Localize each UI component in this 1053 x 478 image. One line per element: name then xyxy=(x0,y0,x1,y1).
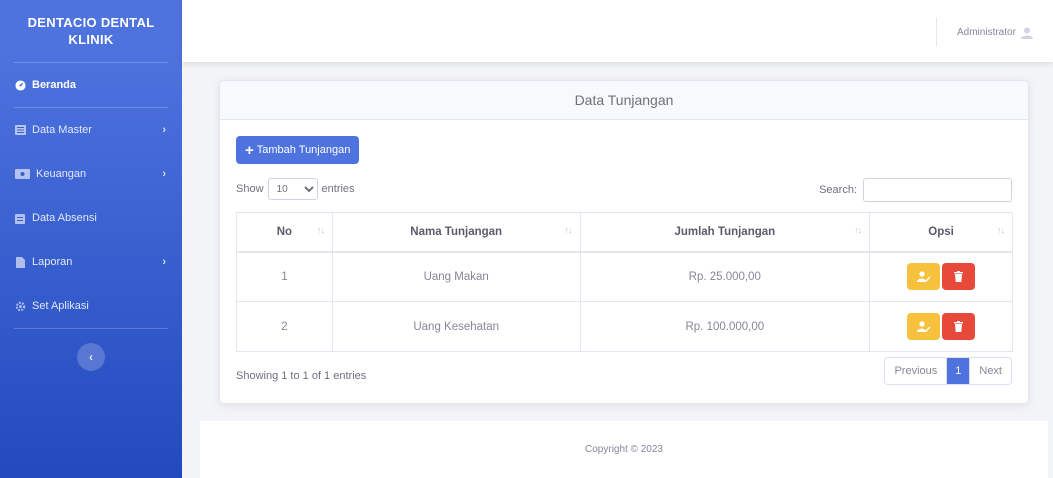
sidebar-item-laporan[interactable]: Laporan › xyxy=(0,240,182,284)
trash-icon xyxy=(954,271,964,283)
table-header-row: No ↑↓ Nama Tunjangan ↑↓ Jumlah Tunjangan ↑↓… xyxy=(236,212,1013,253)
sidebar-divider xyxy=(14,328,168,329)
header-no[interactable]: No ↑↓ xyxy=(236,212,333,253)
page-footer: Copyright © 2023 xyxy=(200,421,1048,478)
header-opsi[interactable]: Opsi ↑↓ xyxy=(869,212,1013,253)
chevron-right-icon: › xyxy=(162,168,166,180)
sidebar-item-data-master[interactable]: Data Master › xyxy=(0,108,182,152)
table-info: Showing 1 to 1 of 1 entries xyxy=(236,370,367,382)
header-label: No xyxy=(276,225,293,238)
delete-button[interactable] xyxy=(942,313,976,340)
sidebar-item-label: Data Absensi xyxy=(32,212,97,224)
sidebar-item-label: Laporan xyxy=(32,256,73,268)
sidebar: DENTACIO DENTAL KLINIK Beranda Data Mast… xyxy=(0,0,182,478)
sidebar-item-beranda[interactable]: Beranda xyxy=(0,63,182,107)
user-name[interactable]: Administrator xyxy=(957,27,1016,38)
file-icon xyxy=(14,256,26,268)
user-icon[interactable] xyxy=(1021,26,1033,44)
tunjangan-table: No ↑↓ Nama Tunjangan ↑↓ Jumlah Tunjangan ↑↓… xyxy=(236,212,1013,352)
cell-no: 2 xyxy=(236,301,333,352)
search-label: Search: xyxy=(819,184,857,196)
edit-button[interactable] xyxy=(907,313,941,340)
topbar-divider xyxy=(936,18,937,46)
chevron-right-icon: › xyxy=(162,124,166,136)
topbar: Administrator xyxy=(182,0,1053,62)
header-label: Opsi xyxy=(928,225,954,238)
brand-logo[interactable]: DENTACIO DENTAL KLINIK xyxy=(0,0,182,62)
sidebar-item-label: Data Master xyxy=(32,124,92,136)
cell-no: 1 xyxy=(236,251,333,302)
user-edit-icon xyxy=(916,320,931,332)
sidebar-item-data-absensi[interactable]: Data Absensi xyxy=(0,196,182,240)
cell-options xyxy=(869,251,1013,302)
card-title: Data Tunjangan xyxy=(220,81,1028,120)
sidebar-toggle-button[interactable]: ‹ xyxy=(77,343,105,371)
header-jumlah-tunjangan[interactable]: Jumlah Tunjangan ↑↓ xyxy=(579,212,871,253)
chevron-left-icon: ‹ xyxy=(89,350,93,364)
delete-button[interactable] xyxy=(942,263,976,291)
sort-icon: ↑↓ xyxy=(997,225,1005,235)
trash-icon xyxy=(954,321,964,332)
money-icon xyxy=(14,168,30,180)
pagination-next[interactable]: Next xyxy=(969,358,1011,384)
header-nama-tunjangan[interactable]: Nama Tunjangan ↑↓ xyxy=(331,212,581,253)
header-label: Nama Tunjangan xyxy=(410,225,503,238)
table-row: 1 Uang Makan Rp. 25.000,00 xyxy=(236,251,1013,302)
sort-icon: ↑↓ xyxy=(854,225,862,235)
header-label: Jumlah Tunjangan xyxy=(674,225,776,238)
entries-label: entries xyxy=(321,183,355,195)
search-control: Search: xyxy=(819,178,1012,202)
sort-icon: ↑↓ xyxy=(316,225,325,235)
pagination: Previous 1 Next xyxy=(884,357,1012,385)
add-button-label: Tambah Tunjangan xyxy=(256,144,351,156)
plus-icon: + xyxy=(245,141,254,159)
sidebar-item-label: Beranda xyxy=(32,79,77,91)
brand-line-2: KLINIK xyxy=(68,32,114,47)
pagination-previous[interactable]: Previous xyxy=(885,358,946,384)
list-icon xyxy=(14,124,26,136)
data-tunjangan-card: Data Tunjangan + Tambah Tunjangan Show 1… xyxy=(219,80,1029,404)
gear-icon xyxy=(14,300,26,312)
cell-options xyxy=(869,301,1013,352)
sidebar-item-set-aplikasi[interactable]: Set Aplikasi xyxy=(0,284,182,328)
add-tunjangan-button[interactable]: + Tambah Tunjangan xyxy=(236,136,360,164)
page-length-select[interactable]: 10 xyxy=(267,178,318,200)
pagination-page-1[interactable]: 1 xyxy=(946,358,970,384)
edit-button[interactable] xyxy=(907,263,941,291)
brand-line-1: DENTACIO DENTAL xyxy=(27,15,155,30)
page-length-control: Show 10 entries xyxy=(236,178,355,200)
sidebar-item-label: Set Aplikasi xyxy=(32,300,89,312)
calendar-icon xyxy=(14,212,26,224)
cell-name: Uang Kesehatan xyxy=(331,301,581,352)
sidebar-item-keuangan[interactable]: Keuangan › xyxy=(0,152,182,196)
sidebar-item-label: Keuangan xyxy=(36,168,87,180)
cell-amount: Rp. 25.000,00 xyxy=(579,251,871,302)
sort-icon: ↑↓ xyxy=(564,225,573,235)
dashboard-icon xyxy=(14,79,26,91)
cell-amount: Rp. 100.000,00 xyxy=(579,301,871,352)
chevron-right-icon: › xyxy=(162,256,166,268)
user-edit-icon xyxy=(916,271,931,282)
cell-name: Uang Makan xyxy=(331,251,581,302)
copyright-text: Copyright © 2023 xyxy=(585,444,663,455)
table-row: 2 Uang Kesehatan Rp. 100.000,00 xyxy=(236,301,1013,352)
show-label: Show xyxy=(236,183,264,195)
search-input[interactable] xyxy=(863,178,1012,202)
